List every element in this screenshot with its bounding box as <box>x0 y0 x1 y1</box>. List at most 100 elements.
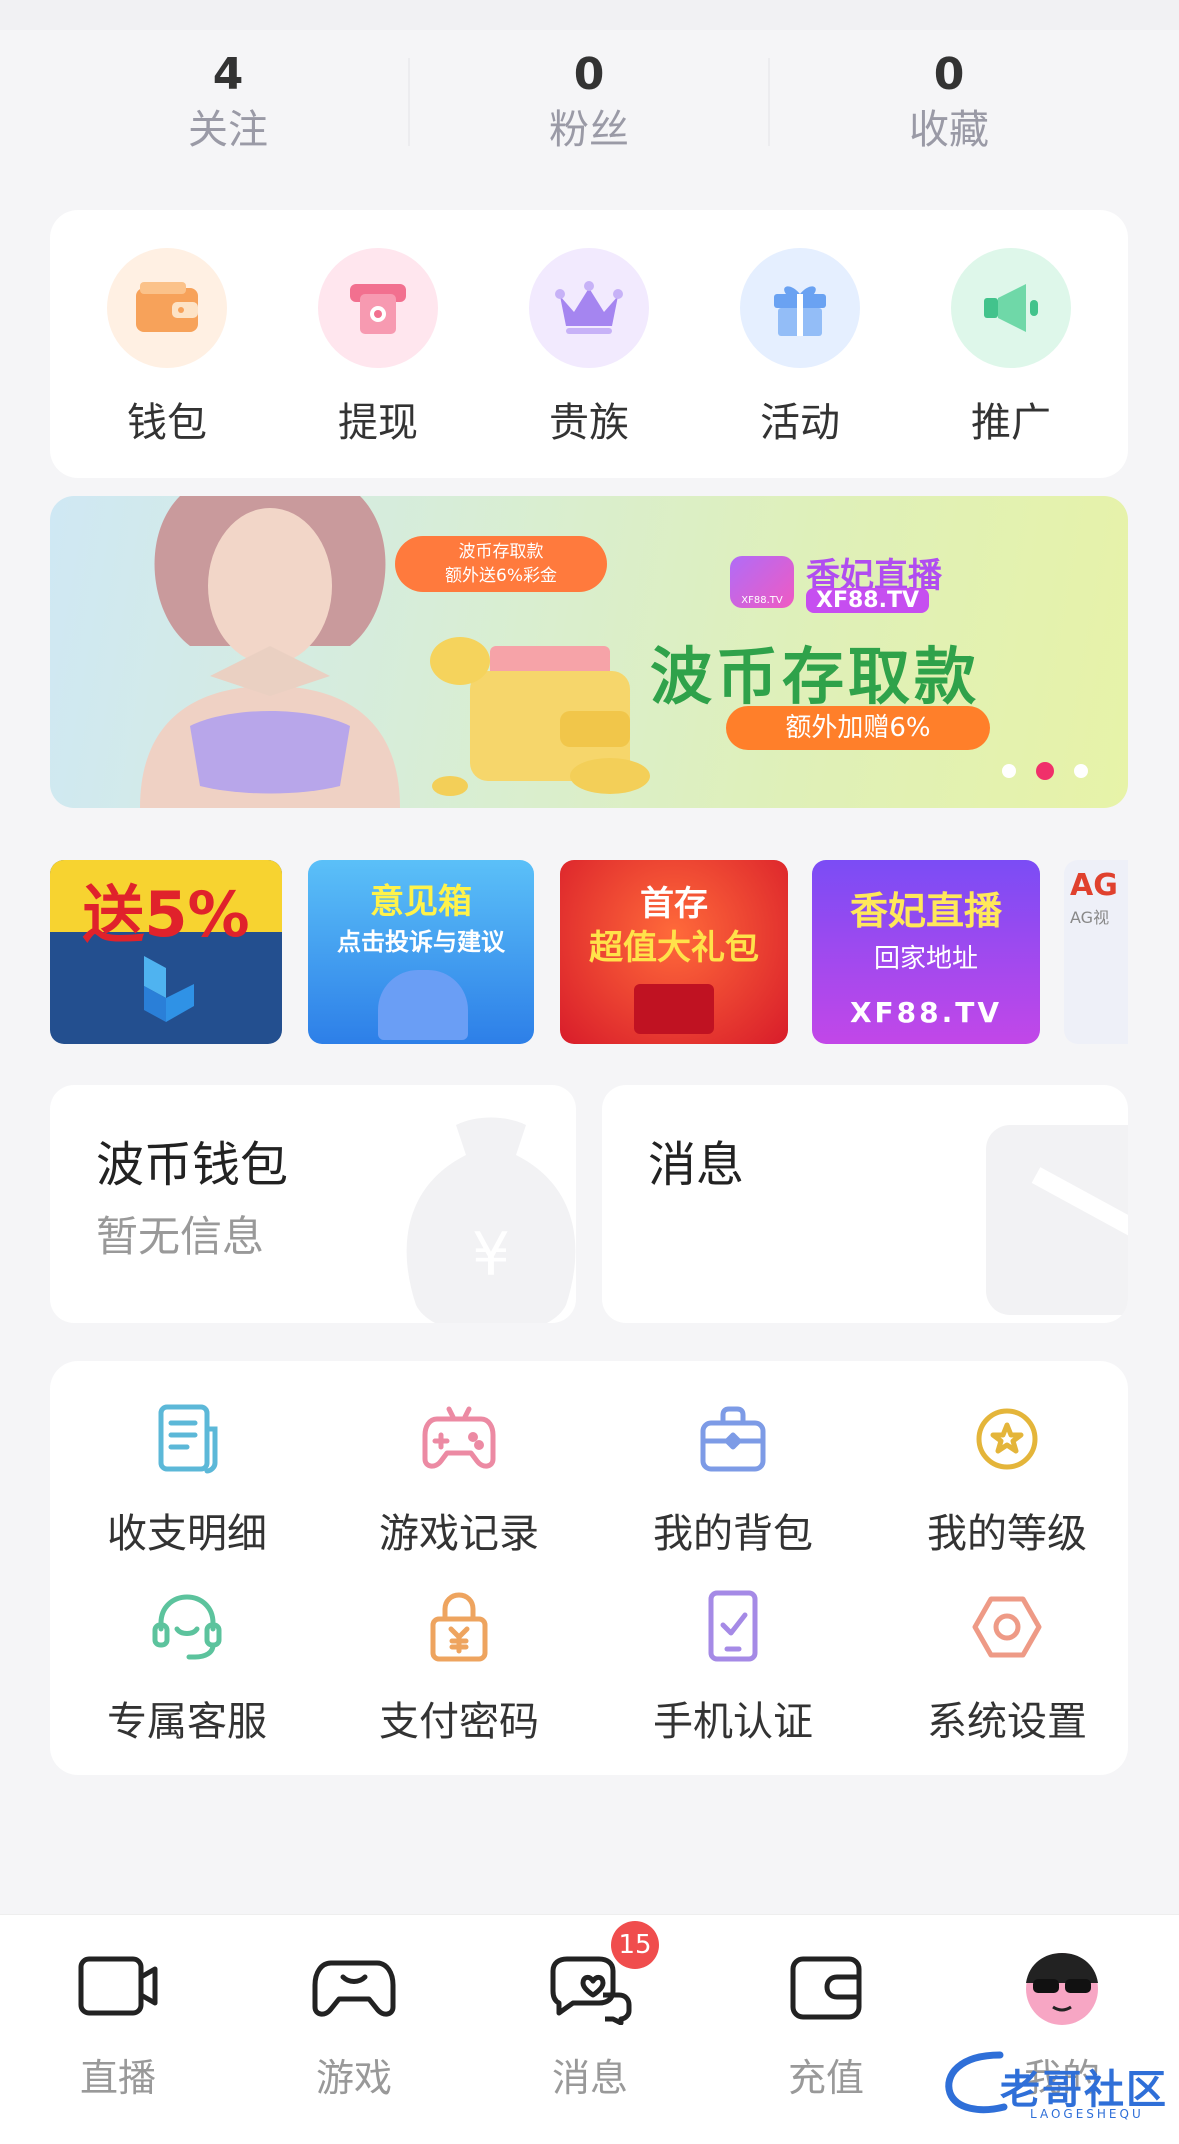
tab-game-label: 游戏 <box>315 2056 392 2100</box>
tab-bar: 直播 游戏 15 消息 充值 我的 老哥社区 LAOGESHEQU <box>0 1914 1179 2144</box>
message-badge: 15 <box>611 1921 659 1969</box>
wallet-card-title: 波币钱包 <box>96 1137 289 1193</box>
quick-wallet[interactable]: 钱包 <box>62 210 272 448</box>
camera-icon <box>75 1949 161 2025</box>
quick-promote-label: 推广 <box>971 400 1051 446</box>
stat-fans-label: 粉丝 <box>549 107 629 153</box>
grid-settings-label: 系统设置 <box>927 1699 1087 1745</box>
grid-phone-verify[interactable]: 手机认证 <box>596 1589 870 1747</box>
quick-withdraw-label: 提现 <box>338 400 418 446</box>
quick-activity-label: 活动 <box>760 400 840 446</box>
banner-brand-small: XF88.TV <box>741 595 783 606</box>
banner-dot[interactable] <box>1074 764 1088 778</box>
grid-backpack-label: 我的背包 <box>653 1511 813 1557</box>
chat-icon: 15 <box>547 1921 659 2026</box>
features-grid-card: 收支明细 游戏记录 我的背包 我的等级 专属客服 支付密码 手机认证 系统设置 <box>50 1361 1128 1775</box>
star-badge-icon <box>969 1401 1045 1477</box>
stat-favorites-value: 0 <box>933 49 965 100</box>
banner-brand-logo: XF88.TV <box>730 556 794 608</box>
grid-ledger-label: 收支明细 <box>107 1511 267 1557</box>
promo-tile-ag[interactable]: AG AG视 <box>1064 860 1128 1044</box>
banner-brand-tv: XF88.TV <box>806 588 929 613</box>
stat-favorites-label: 收藏 <box>909 107 989 153</box>
grid-level-label: 我的等级 <box>927 1511 1087 1557</box>
promo-tile-subtitle: 回家地址 <box>873 944 978 974</box>
quick-wallet-label: 钱包 <box>127 400 207 446</box>
tab-live[interactable]: 直播 <box>0 1949 236 2102</box>
quick-promote[interactable]: 推广 <box>906 210 1116 448</box>
grid-pay-password-label: 支付密码 <box>379 1699 539 1745</box>
quick-nobility[interactable]: 贵族 <box>484 210 694 448</box>
tab-messages-label: 消息 <box>551 2056 628 2100</box>
gift-box-icon <box>634 984 714 1034</box>
grid-ledger[interactable]: 收支明细 <box>50 1401 324 1559</box>
lock-icon <box>421 1589 497 1665</box>
settings-icon <box>969 1589 1045 1665</box>
grid-support[interactable]: 专属客服 <box>50 1589 324 1747</box>
phone-check-icon <box>695 1589 771 1665</box>
banner-wallet-illustration <box>410 616 670 796</box>
promo-tile-subtitle: AG视 <box>1070 908 1110 927</box>
tab-live-label: 直播 <box>79 2056 156 2100</box>
banner-bubble: 波币存取款 额外送6%彩金 <box>395 536 607 592</box>
quick-actions-card: 钱包 提现 贵族 活动 推广 <box>50 210 1128 478</box>
quick-nobility-label: 贵族 <box>549 400 629 446</box>
promo-tile-home-address[interactable]: 香妃直播 回家地址 XF88.TV <box>812 860 1040 1044</box>
svg-text:¥: ¥ <box>472 1220 510 1290</box>
stat-favorites[interactable]: 0 收藏 <box>769 48 1129 158</box>
watermark-sub: LAOGESHEQU <box>1030 2107 1144 2121</box>
grid-support-label: 专属客服 <box>107 1699 267 1745</box>
promo-tile-title: 送5% <box>82 878 250 951</box>
promo-tile-title: 意见箱 <box>370 882 472 922</box>
backpack-icon <box>695 1401 771 1477</box>
grid-pay-password[interactable]: 支付密码 <box>322 1589 596 1747</box>
grid-level[interactable]: 我的等级 <box>870 1401 1144 1559</box>
ledger-icon <box>149 1401 225 1477</box>
promo-tile-title: 首存 <box>640 884 708 924</box>
tab-recharge[interactable]: 充值 <box>708 1949 944 2102</box>
envelope-icon <box>986 1125 1128 1323</box>
tab-messages[interactable]: 15 消息 <box>472 1921 708 2102</box>
banner-bubble-line1: 波币存取款 <box>458 542 544 562</box>
grid-game-record[interactable]: 游戏记录 <box>322 1401 596 1559</box>
money-bag-icon: ¥ <box>396 1115 576 1323</box>
stat-following-label: 关注 <box>188 107 268 153</box>
wallet-card[interactable]: 波币钱包 暂无信息 ¥ <box>50 1085 576 1323</box>
wallet-icon <box>107 248 227 368</box>
promo-tile-title: 香妃直播 <box>849 889 1002 933</box>
message-card[interactable]: 消息 <box>602 1085 1128 1323</box>
stat-following[interactable]: 4 关注 <box>48 48 408 158</box>
gamepad-icon <box>421 1401 497 1477</box>
grid-settings[interactable]: 系统设置 <box>870 1589 1144 1747</box>
banner-dot[interactable] <box>1002 764 1016 778</box>
grid-game-record-label: 游戏记录 <box>379 1511 539 1557</box>
banner-dot-active[interactable] <box>1036 762 1054 780</box>
wallet-card-subtitle: 暂无信息 <box>96 1212 265 1261</box>
quick-activity[interactable]: 活动 <box>695 210 905 448</box>
grid-backpack[interactable]: 我的背包 <box>596 1401 870 1559</box>
watermark: 老哥社区 LAOGESHEQU <box>940 2039 1170 2129</box>
gift-icon <box>740 248 860 368</box>
message-card-title: 消息 <box>648 1137 745 1193</box>
crown-icon <box>529 248 649 368</box>
stat-following-value: 4 <box>212 49 244 100</box>
promo-tile-logo <box>136 956 200 1032</box>
stat-fans-value: 0 <box>573 49 605 100</box>
megaphone-icon <box>951 248 1071 368</box>
promo-tile-5percent[interactable]: 送5% <box>50 860 282 1044</box>
withdraw-icon <box>318 248 438 368</box>
grid-phone-verify-label: 手机认证 <box>653 1699 813 1745</box>
promo-tile-first-deposit[interactable]: 首存 超值大礼包 <box>560 860 788 1044</box>
headset-icon <box>149 1589 225 1665</box>
promo-tile-feedback[interactable]: 意见箱 点击投诉与建议 <box>308 860 534 1044</box>
stat-fans[interactable]: 0 粉丝 <box>409 48 769 158</box>
promo-banner[interactable]: 波币存取款 额外送6%彩金 XF88.TV 香妃直播 XF88.TV 波币存取款… <box>50 496 1128 808</box>
avatar-icon <box>1019 1949 1105 2025</box>
tab-recharge-label: 充值 <box>787 2056 864 2100</box>
tab-game[interactable]: 游戏 <box>236 1949 472 2102</box>
quick-withdraw[interactable]: 提现 <box>273 210 483 448</box>
banner-model-image <box>120 496 420 808</box>
wallet-tab-icon <box>783 1949 869 2025</box>
banner-pill: 额外加赠6% <box>726 706 990 750</box>
game-controller-icon <box>311 1949 397 2025</box>
